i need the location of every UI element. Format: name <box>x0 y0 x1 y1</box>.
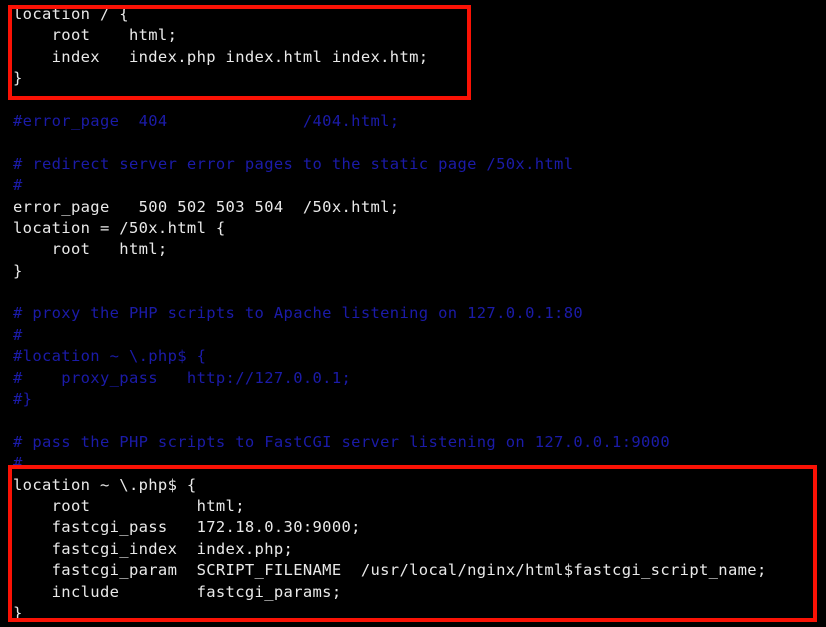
code-line-15: # proxy the PHP scripts to Apache listen… <box>13 304 584 323</box>
code-line-29: } <box>13 603 23 622</box>
config-file-content[interactable]: location / { root html; index index.php … <box>13 4 813 624</box>
code-line-6: #error_page 404 /404.html; <box>13 111 400 130</box>
code-line-27: fastcgi_param SCRIPT_FILENAME /usr/local… <box>13 561 767 580</box>
code-line-12: root html; <box>13 240 168 259</box>
code-line-10: error_page 500 502 503 504 /50x.html; <box>13 197 400 216</box>
code-line-16: # <box>13 325 23 344</box>
code-line-19: #} <box>13 390 33 409</box>
code-line-18: # proxy_pass http://127.0.0.1; <box>13 368 352 387</box>
code-line-28: include fastcgi_params; <box>13 582 342 601</box>
code-line-2: root html; <box>13 26 178 45</box>
code-line-26: fastcgi_index index.php; <box>13 539 294 558</box>
code-line-25: fastcgi_pass 172.18.0.30:9000; <box>13 518 361 537</box>
code-line-21: # pass the PHP scripts to FastCGI server… <box>13 432 671 451</box>
code-line-11: location = /50x.html { <box>13 218 226 237</box>
terminal-window[interactable]: location / { root html; index index.php … <box>0 0 826 627</box>
code-line-23: location ~ \.php$ { <box>13 475 197 494</box>
code-line-8: # redirect server error pages to the sta… <box>13 154 574 173</box>
code-line-1: location / { <box>13 5 129 23</box>
code-line-24: root html; <box>13 496 245 515</box>
code-line-22: # <box>13 454 23 473</box>
code-line-3: index index.php index.html index.htm; <box>13 47 429 66</box>
code-line-4: } <box>13 69 23 88</box>
code-line-13: } <box>13 261 23 280</box>
code-line-9: # <box>13 176 23 195</box>
code-line-17: #location ~ \.php$ { <box>13 347 207 366</box>
